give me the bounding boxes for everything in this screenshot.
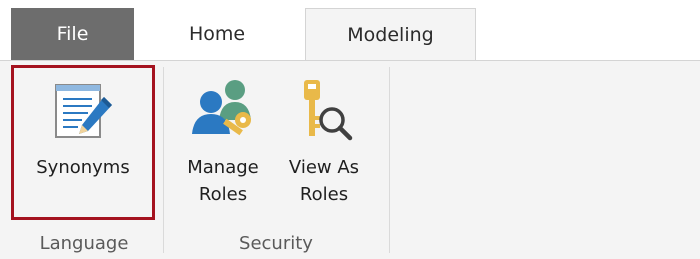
group-label-language: Language (39, 233, 129, 254)
tab-modeling[interactable]: Modeling (305, 8, 476, 61)
group-divider (163, 67, 164, 253)
tab-file[interactable]: File (11, 8, 134, 60)
ribbon-tab-bar: File Home Modeling (0, 0, 700, 61)
group-divider (389, 67, 390, 253)
manage-roles-button[interactable]: Manage Roles (173, 68, 273, 218)
group-label-security: Security (239, 233, 313, 254)
highlight-box (11, 65, 155, 220)
view-as-roles-button[interactable]: View As Roles (276, 68, 372, 218)
view-as-roles-label-line1: View As (288, 157, 360, 178)
view-as-roles-label-line2: Roles (299, 184, 349, 205)
manage-roles-label-line1: Manage (187, 157, 259, 178)
manage-roles-label-line2: Roles (198, 184, 248, 205)
tab-home[interactable]: Home (152, 8, 282, 60)
manage-roles-icon (192, 80, 251, 136)
view-as-roles-icon (304, 80, 353, 141)
